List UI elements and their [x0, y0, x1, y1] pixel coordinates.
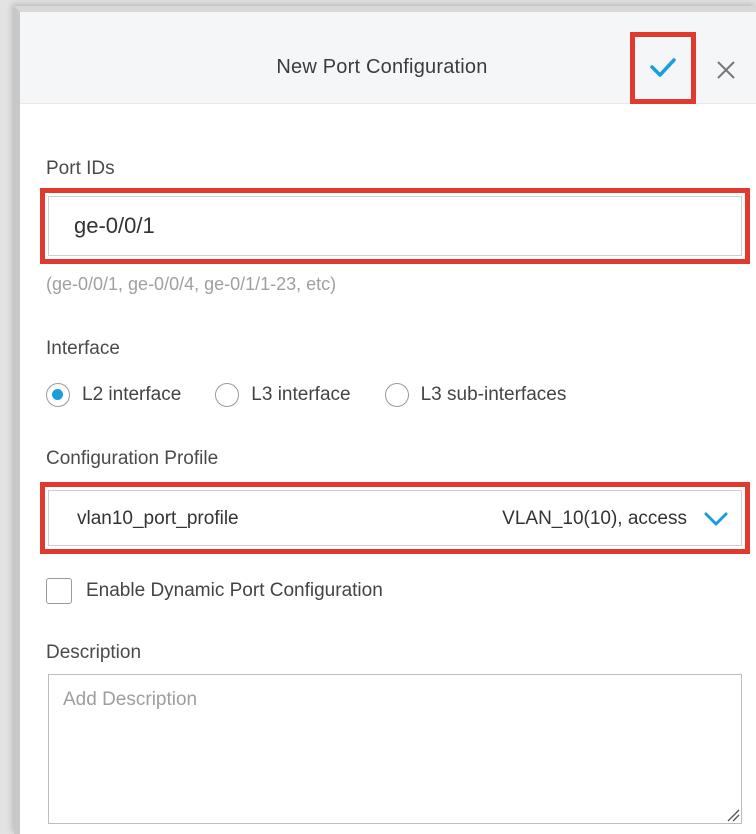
interface-radio-group: L2 interface L3 interface L3 sub-interfa…: [46, 380, 600, 410]
radio-l2-interface[interactable]: L2 interface: [46, 383, 181, 407]
dynamic-port-config-option[interactable]: Enable Dynamic Port Configuration: [46, 578, 383, 604]
port-ids-label: Port IDs: [46, 158, 115, 179]
close-icon: [717, 61, 735, 79]
interface-label: Interface: [46, 338, 120, 359]
resize-handle-icon[interactable]: [726, 808, 740, 822]
radio-button-selected[interactable]: [46, 383, 70, 407]
dynamic-port-config-checkbox[interactable]: [46, 578, 72, 604]
configuration-profile-label: Configuration Profile: [46, 448, 219, 469]
dynamic-port-config-label: Enable Dynamic Port Configuration: [86, 580, 383, 601]
radio-l3-sub-interfaces[interactable]: L3 sub-interfaces: [384, 383, 567, 407]
dialog-header: New Port Configuration: [20, 12, 756, 104]
close-button[interactable]: [710, 50, 742, 90]
confirm-button[interactable]: [630, 32, 696, 102]
description-label: Description: [46, 642, 142, 663]
radio-button[interactable]: [384, 383, 409, 407]
radio-label: L2 interface: [82, 384, 182, 405]
radio-label: L3 sub-interfaces: [420, 384, 567, 405]
description-textarea[interactable]: [48, 674, 742, 824]
radio-button[interactable]: [215, 383, 240, 407]
radio-label: L3 interface: [251, 384, 351, 405]
radio-l3-interface[interactable]: L3 interface: [215, 383, 351, 407]
port-configuration-dialog: New Port Configuration Port IDs (ge-0/0/…: [14, 6, 756, 834]
port-ids-hint: (ge-0/0/1, ge-0/0/4, ge-0/1/1-23, etc): [46, 274, 337, 294]
configuration-profile-highlight: [40, 482, 750, 554]
port-ids-highlight: [40, 188, 750, 264]
check-icon: [650, 58, 676, 77]
